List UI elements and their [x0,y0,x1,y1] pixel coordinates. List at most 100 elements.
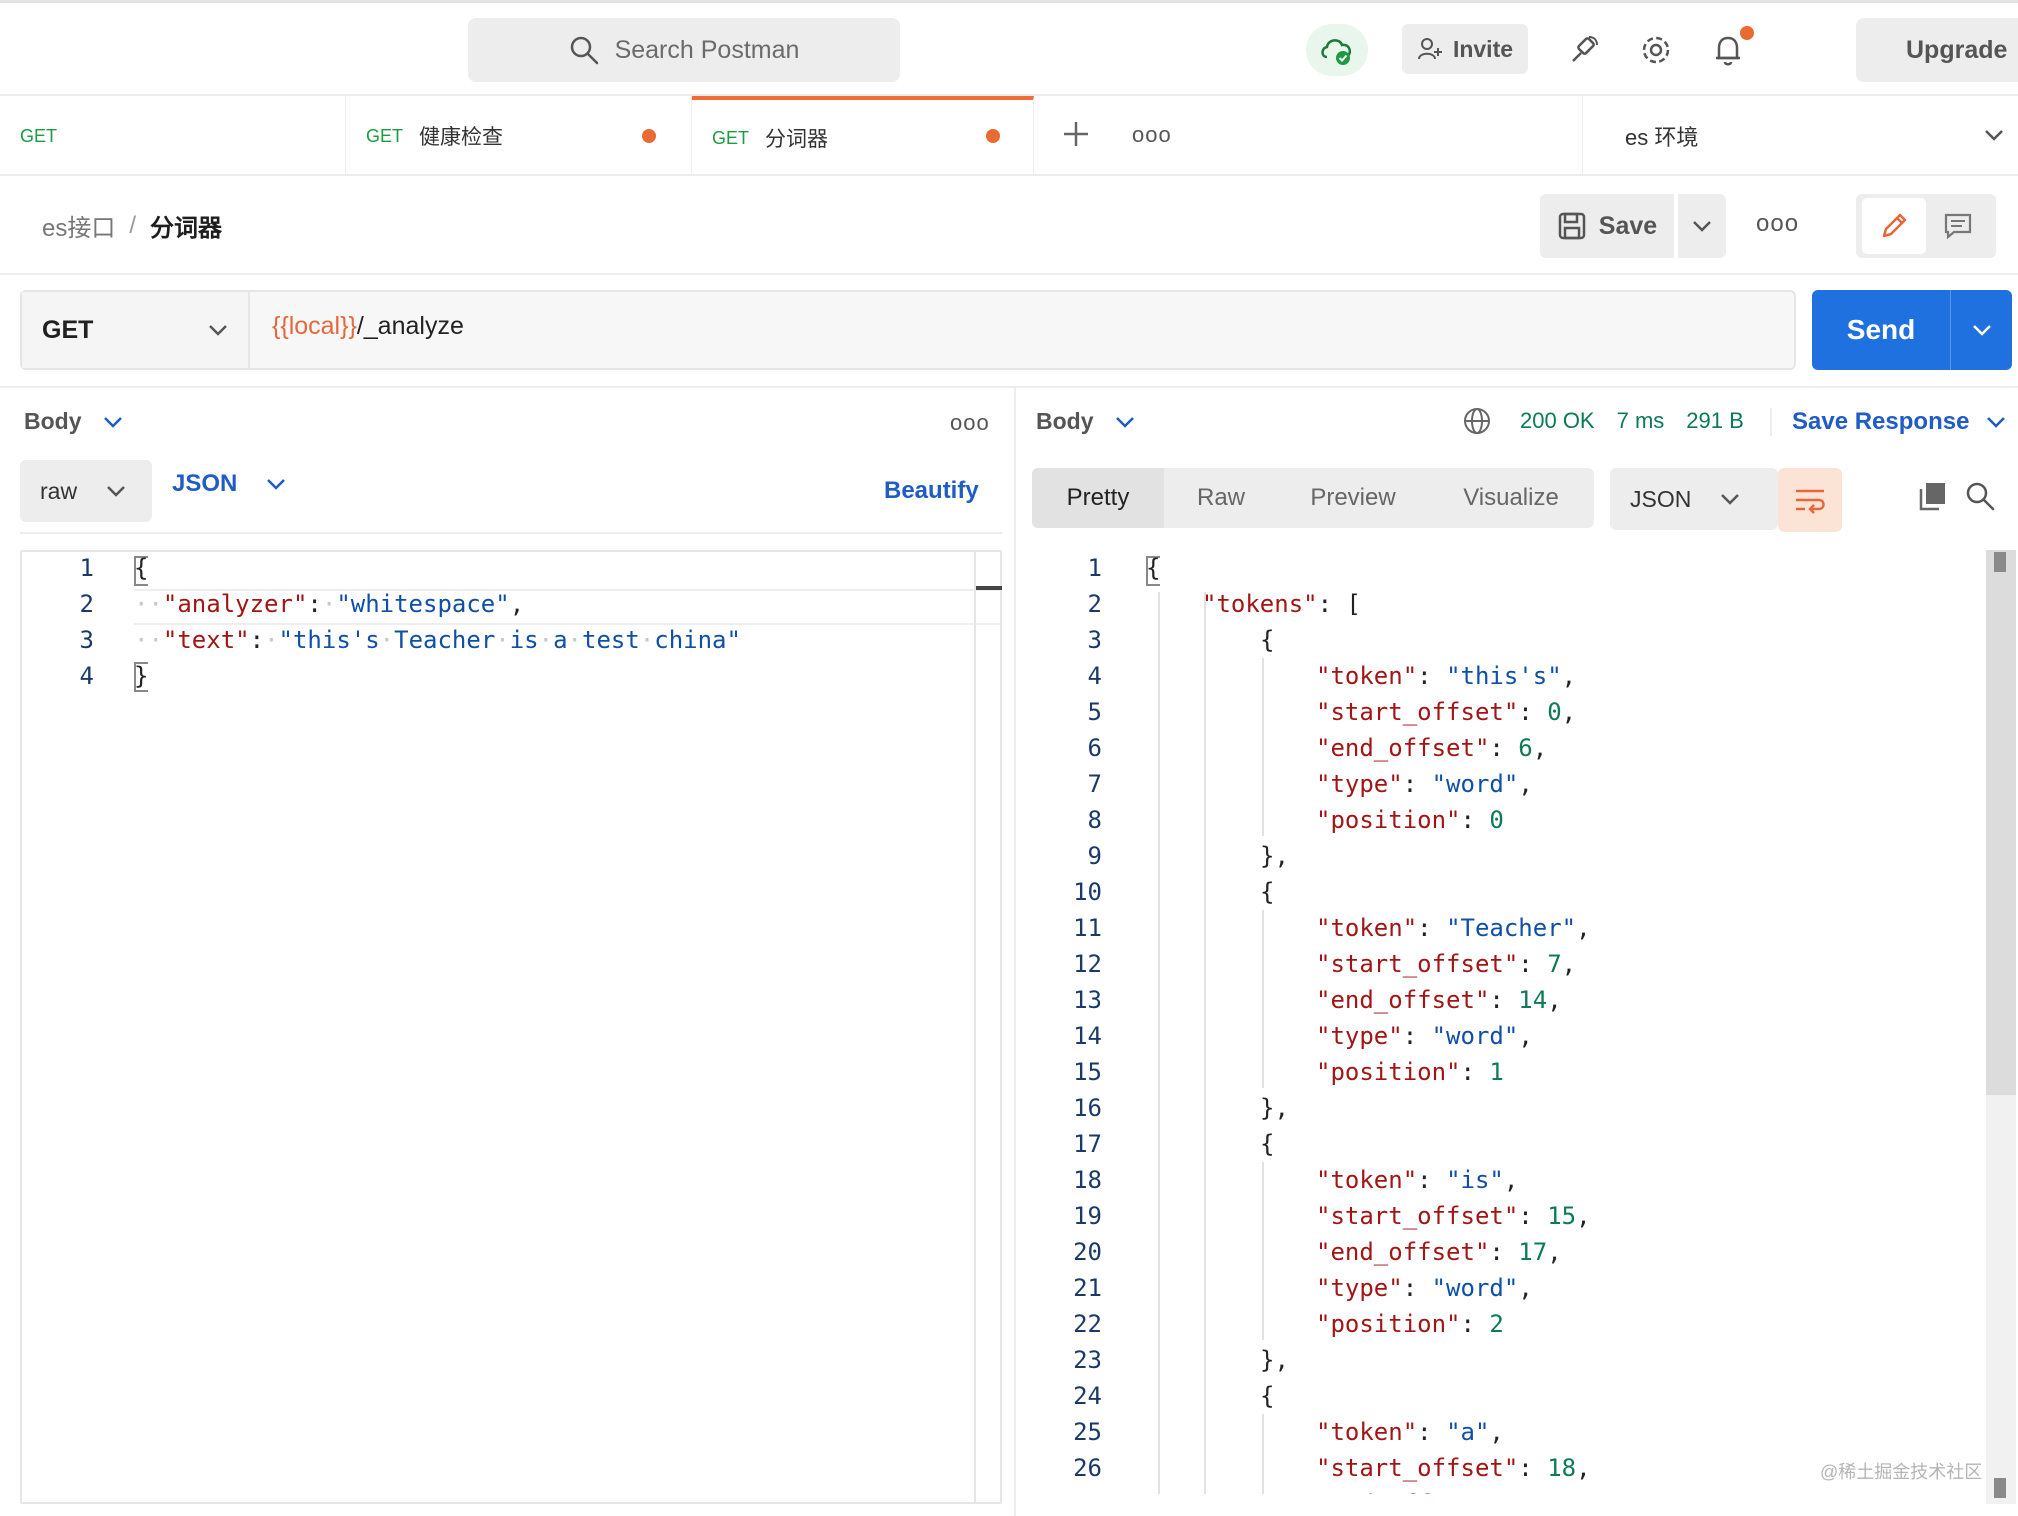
satellite-icon[interactable] [1564,30,1604,70]
code-line: { [1260,626,1275,654]
gear-icon[interactable] [1636,30,1676,70]
code-line: ··"text":·"this's·Teacher·is·a·test·chin… [134,626,741,654]
environment-select[interactable]: es 环境 [1582,96,2018,176]
save-response-button[interactable]: Save Response [1770,408,2007,436]
tab-request-1[interactable]: GET [0,96,346,176]
beautify-button[interactable]: Beautify [884,477,979,505]
tabs-more-button[interactable]: ooo [1132,122,1172,148]
code-line: "type": "word", [1316,1022,1533,1050]
line-number: 9 [1087,842,1102,870]
wrap-lines-button[interactable] [1778,468,1842,532]
unsaved-dot [986,129,1000,143]
tab-request-3-active[interactable]: GET 分词器 [692,96,1034,176]
line-number: 15 [1073,1058,1102,1086]
line-number: 2 [1087,590,1102,618]
divider [20,532,1002,534]
method-label: GET [42,315,94,344]
code-line: }, [1260,842,1289,870]
line-number: 16 [1073,1094,1102,1122]
panel-splitter[interactable] [1014,386,1016,1516]
save-label: Save [1598,211,1658,240]
code-line: { [1260,1382,1275,1410]
request-body-dropdown[interactable]: Body [24,408,124,435]
request-body-more-button[interactable]: ooo [950,410,990,436]
cloud-sync-icon[interactable] [1306,24,1368,76]
copy-icon[interactable] [1916,480,1948,512]
line-number: 8 [1087,806,1102,834]
line-number: 7 [1087,770,1102,798]
save-button[interactable]: Save [1540,194,1674,258]
status-code[interactable]: 200 OK [1520,408,1595,434]
search-icon[interactable] [1964,480,1996,512]
code-line: "token": "Teacher", [1316,914,1591,942]
body-mode-select[interactable]: raw [20,460,152,522]
invite-button[interactable]: Invite [1402,24,1528,74]
code-line: ··"analyzer":·"whitespace", [134,590,525,618]
editor-minimap[interactable] [974,552,1002,1502]
code-line: "end_offset": 6, [1316,734,1548,762]
tab-method: GET [20,125,58,146]
line-number: 23 [1073,1346,1102,1374]
more-actions-button[interactable]: ooo [1756,210,1799,238]
code-line: "type": "word", [1316,1274,1533,1302]
tab-preview[interactable]: Preview [1278,468,1428,528]
globe-icon[interactable] [1462,406,1492,436]
send-button[interactable]: Send [1812,290,1950,370]
line-number: 10 [1073,878,1102,906]
request-body-editor[interactable] [20,550,1002,1504]
tab-method: GET [712,127,750,148]
line-number: 19 [1073,1202,1102,1230]
code-line: }, [1260,1346,1289,1374]
tab-name: 健康检查 [419,126,504,149]
scrollbar-thumb[interactable] [1986,550,2016,1095]
response-time[interactable]: 7 ms [1617,408,1665,434]
line-number: 3 [1087,626,1102,654]
response-size[interactable]: 291 B [1686,408,1744,434]
indent-guide [1262,910,1264,1088]
body-language-select[interactable]: JSON [172,470,287,498]
tab-request-2[interactable]: GET 健康检查 [346,96,692,176]
indent-guide [1204,592,1206,1504]
code-line: "start_offset": 7, [1316,950,1577,978]
tab-raw[interactable]: Raw [1164,468,1278,528]
divider [0,386,2018,388]
chevron-down-icon [1114,411,1136,433]
chevron-down-icon [265,473,287,495]
line-number: 4 [79,662,94,690]
code-line: } [134,662,149,690]
line-number: 22 [1073,1310,1102,1338]
search-bar[interactable]: Search Postman [468,18,900,82]
response-body-dropdown[interactable]: Body [1036,408,1136,435]
breadcrumb-parent[interactable]: es接口 [42,208,115,243]
line-number: 17 [1073,1130,1102,1158]
minimap-marker [976,586,1002,590]
scrollbar-marker [1994,552,2006,572]
divider [0,273,2018,275]
comment-icon [1942,210,1974,242]
upgrade-button[interactable]: Upgrade [1856,18,2018,82]
code-line: { [134,554,149,582]
unsaved-dot [642,129,656,143]
code-line: "end_offset": 14, [1316,986,1562,1014]
comments-button[interactable] [1926,198,1990,254]
tab-visualize[interactable]: Visualize [1428,468,1594,528]
line-number: 1 [79,554,94,582]
send-options-button[interactable] [1950,290,2012,370]
edit-mode-button[interactable] [1862,198,1926,254]
line-number: 1 [1087,554,1102,582]
code-line: "tokens": [ [1202,590,1361,618]
url-variable: {{local}} [272,312,357,340]
url-input[interactable]: {{local}}/_analyze [272,312,464,341]
code-line: "position": 2 [1316,1310,1504,1338]
save-response-label: Save Response [1792,408,1970,435]
breadcrumb-current[interactable]: 分词器 [150,208,222,243]
chevron-down-icon [102,411,124,433]
response-format-select[interactable]: JSON [1610,468,1778,530]
save-options-button[interactable] [1678,194,1726,258]
code-line: { [1146,554,1161,582]
line-number: 12 [1073,950,1102,978]
indent-guide [1262,1414,1264,1504]
new-tab-icon[interactable] [1060,118,1092,150]
code-line: "token": "this's", [1316,662,1577,690]
tab-pretty[interactable]: Pretty [1032,468,1164,528]
